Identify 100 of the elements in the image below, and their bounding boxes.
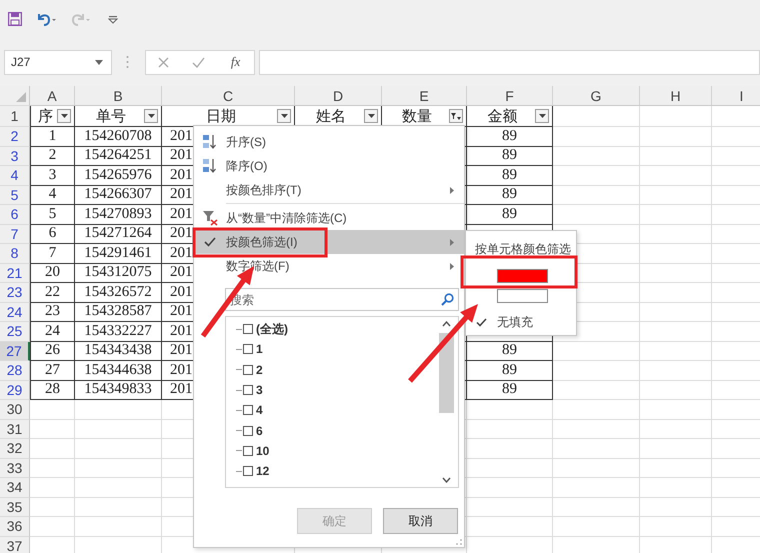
grid-cell: [640, 420, 712, 439]
filter-button[interactable]: [364, 109, 378, 123]
scrollbar[interactable]: [438, 321, 455, 483]
column-header[interactable]: F: [467, 86, 553, 106]
checkbox[interactable]: [243, 466, 253, 476]
table-cell: 154312075: [75, 264, 162, 283]
formula-input[interactable]: [259, 50, 760, 74]
column-header[interactable]: A: [30, 86, 75, 106]
row-header[interactable]: 3: [0, 146, 30, 166]
header-cell-text: 数量: [401, 108, 433, 126]
no-fill-option[interactable]: 无填充: [466, 312, 576, 332]
undo-icon[interactable]: [36, 12, 56, 26]
submenu-arrow-icon: [450, 187, 454, 194]
grid-cell: [640, 127, 712, 146]
value-label[interactable]: (全选): [256, 320, 288, 338]
column-header[interactable]: C: [162, 86, 295, 106]
row-header[interactable]: 25: [0, 322, 30, 342]
grid-cell: [640, 517, 712, 536]
column-header[interactable]: G: [553, 86, 640, 106]
filter-button[interactable]: [449, 109, 463, 123]
grid-cell: [640, 264, 712, 283]
table-cell: 154260708: [75, 127, 162, 146]
row-header[interactable]: 29: [0, 380, 30, 400]
value-label[interactable]: 1: [256, 342, 263, 356]
row-header[interactable]: 36: [0, 517, 30, 536]
table-cell: 1: [30, 127, 75, 146]
row-header[interactable]: 23: [0, 283, 30, 302]
customize-icon[interactable]: [108, 14, 118, 24]
grid-cell: [30, 498, 75, 517]
table-cell: 89: [467, 380, 553, 400]
row-header[interactable]: 7: [0, 224, 30, 244]
column-header[interactable]: B: [75, 86, 162, 106]
row-header[interactable]: 35: [0, 498, 30, 517]
checkbox[interactable]: [243, 324, 253, 334]
table-cell: 89: [467, 205, 553, 224]
grid-cell: [640, 106, 712, 127]
value-label[interactable]: 12: [256, 464, 270, 478]
column-header[interactable]: E: [382, 86, 467, 106]
row-header[interactable]: 30: [0, 400, 30, 420]
filter-button[interactable]: [57, 109, 71, 123]
table-cell: 154264251: [75, 146, 162, 166]
scroll-up-icon[interactable]: [442, 321, 451, 327]
filter-button[interactable]: [277, 109, 291, 123]
caret-icon: [280, 114, 288, 118]
drag-handle-icon[interactable]: [126, 55, 129, 69]
name-box[interactable]: J27: [4, 50, 112, 74]
row-header[interactable]: 27: [0, 342, 30, 361]
dialog-button[interactable]: 取消: [383, 508, 458, 534]
resize-grip-icon[interactable]: [456, 539, 462, 545]
table-cell: 89: [467, 166, 553, 186]
column-header[interactable]: H: [640, 86, 712, 106]
checkbox[interactable]: [243, 405, 253, 416]
grid-cell: [640, 146, 712, 166]
caret-icon: [368, 114, 374, 118]
header-cell-text: 日期: [205, 108, 237, 126]
value-label[interactable]: 6: [256, 424, 263, 438]
menu-item[interactable]: 按颜色筛选(I): [194, 230, 464, 254]
row-header[interactable]: 4: [0, 166, 30, 186]
value-label[interactable]: 2: [256, 362, 263, 377]
insert-function-button[interactable]: fx: [228, 54, 242, 70]
table-cell: 154343438: [75, 342, 162, 361]
grid-cell: [640, 380, 712, 400]
row-header[interactable]: 33: [0, 458, 30, 478]
grid-cell: [640, 283, 712, 302]
row-header[interactable]: 31: [0, 420, 30, 439]
checkbox[interactable]: [243, 426, 253, 436]
grid-cell: [640, 478, 712, 498]
save-icon[interactable]: [8, 12, 22, 26]
table-cell: 6: [30, 224, 75, 244]
row-header[interactable]: 8: [0, 244, 30, 264]
value-label[interactable]: 3: [256, 383, 263, 398]
check-icon[interactable]: [192, 56, 206, 68]
row-header[interactable]: 24: [0, 302, 30, 322]
value-label[interactable]: 4: [256, 403, 263, 418]
row-header[interactable]: 1: [0, 106, 30, 127]
value-label[interactable]: 10: [256, 444, 270, 458]
table-cell: 20: [30, 264, 75, 283]
header-cell-text: 姓名: [315, 108, 347, 126]
checkbox[interactable]: [243, 344, 253, 354]
scroll-down-icon[interactable]: [442, 477, 451, 483]
row-header[interactable]: 5: [0, 186, 30, 205]
grid-cell: [640, 458, 712, 478]
search-icon: [441, 293, 454, 306]
row-header[interactable]: 21: [0, 264, 30, 283]
grid-cell: [640, 361, 712, 380]
column-header[interactable]: D: [295, 86, 382, 106]
row-header[interactable]: 2: [0, 127, 30, 146]
row-header[interactable]: 32: [0, 439, 30, 458]
checkbox[interactable]: [243, 364, 253, 375]
filter-button[interactable]: [535, 109, 549, 123]
row-header[interactable]: 37: [0, 536, 30, 553]
column-header[interactable]: I: [712, 86, 760, 106]
row-header[interactable]: 6: [0, 205, 30, 224]
checkbox[interactable]: [243, 446, 253, 456]
checkbox[interactable]: [243, 385, 253, 396]
row-header[interactable]: 34: [0, 478, 30, 498]
filter-button[interactable]: [144, 109, 158, 123]
filter-icon: [451, 112, 461, 120]
table-cell: 154266307: [75, 186, 162, 205]
row-header[interactable]: 28: [0, 361, 30, 380]
